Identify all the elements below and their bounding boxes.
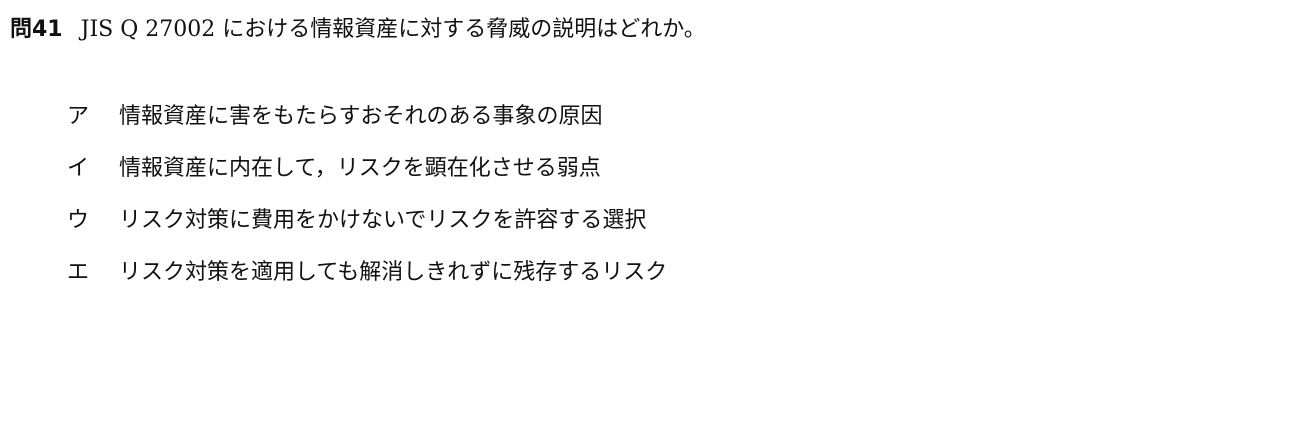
choice-label: イ [67,156,90,181]
choice-label: ア [67,104,90,129]
question: 問41 JIS Q 27002 における情報資産に対する脅威の説明はどれか。 [10,14,706,46]
choice-text: リスク対策に費用をかけないでリスクを許容する選択 [119,208,647,233]
question-text: JIS Q 27002 における情報資産に対する脅威の説明はどれか。 [80,17,706,42]
choice-text: 情報資産に害をもたらすおそれのある事象の原因 [119,104,603,129]
choice-e: エ リスク対策を適用しても解消しきれずに残存するリスク [67,257,667,289]
choice-text: リスク対策を適用しても解消しきれずに残存するリスク [119,260,668,285]
choice-label: エ [67,260,90,285]
choice-a: ア 情報資産に害をもたらすおそれのある事象の原因 [67,101,667,133]
choice-list: ア 情報資産に害をもたらすおそれのある事象の原因 イ 情報資産に内在して，リスクを顕… [67,101,667,309]
choice-text: 情報資産に内在して，リスクを顕在化させる弱点 [119,156,601,181]
question-number: 問41 [10,17,63,42]
choice-u: ウ リスク対策に費用をかけないでリスクを許容する選択 [67,205,667,237]
choice-label: ウ [67,208,90,233]
choice-i: イ 情報資産に内在して，リスクを顕在化させる弱点 [67,153,667,185]
